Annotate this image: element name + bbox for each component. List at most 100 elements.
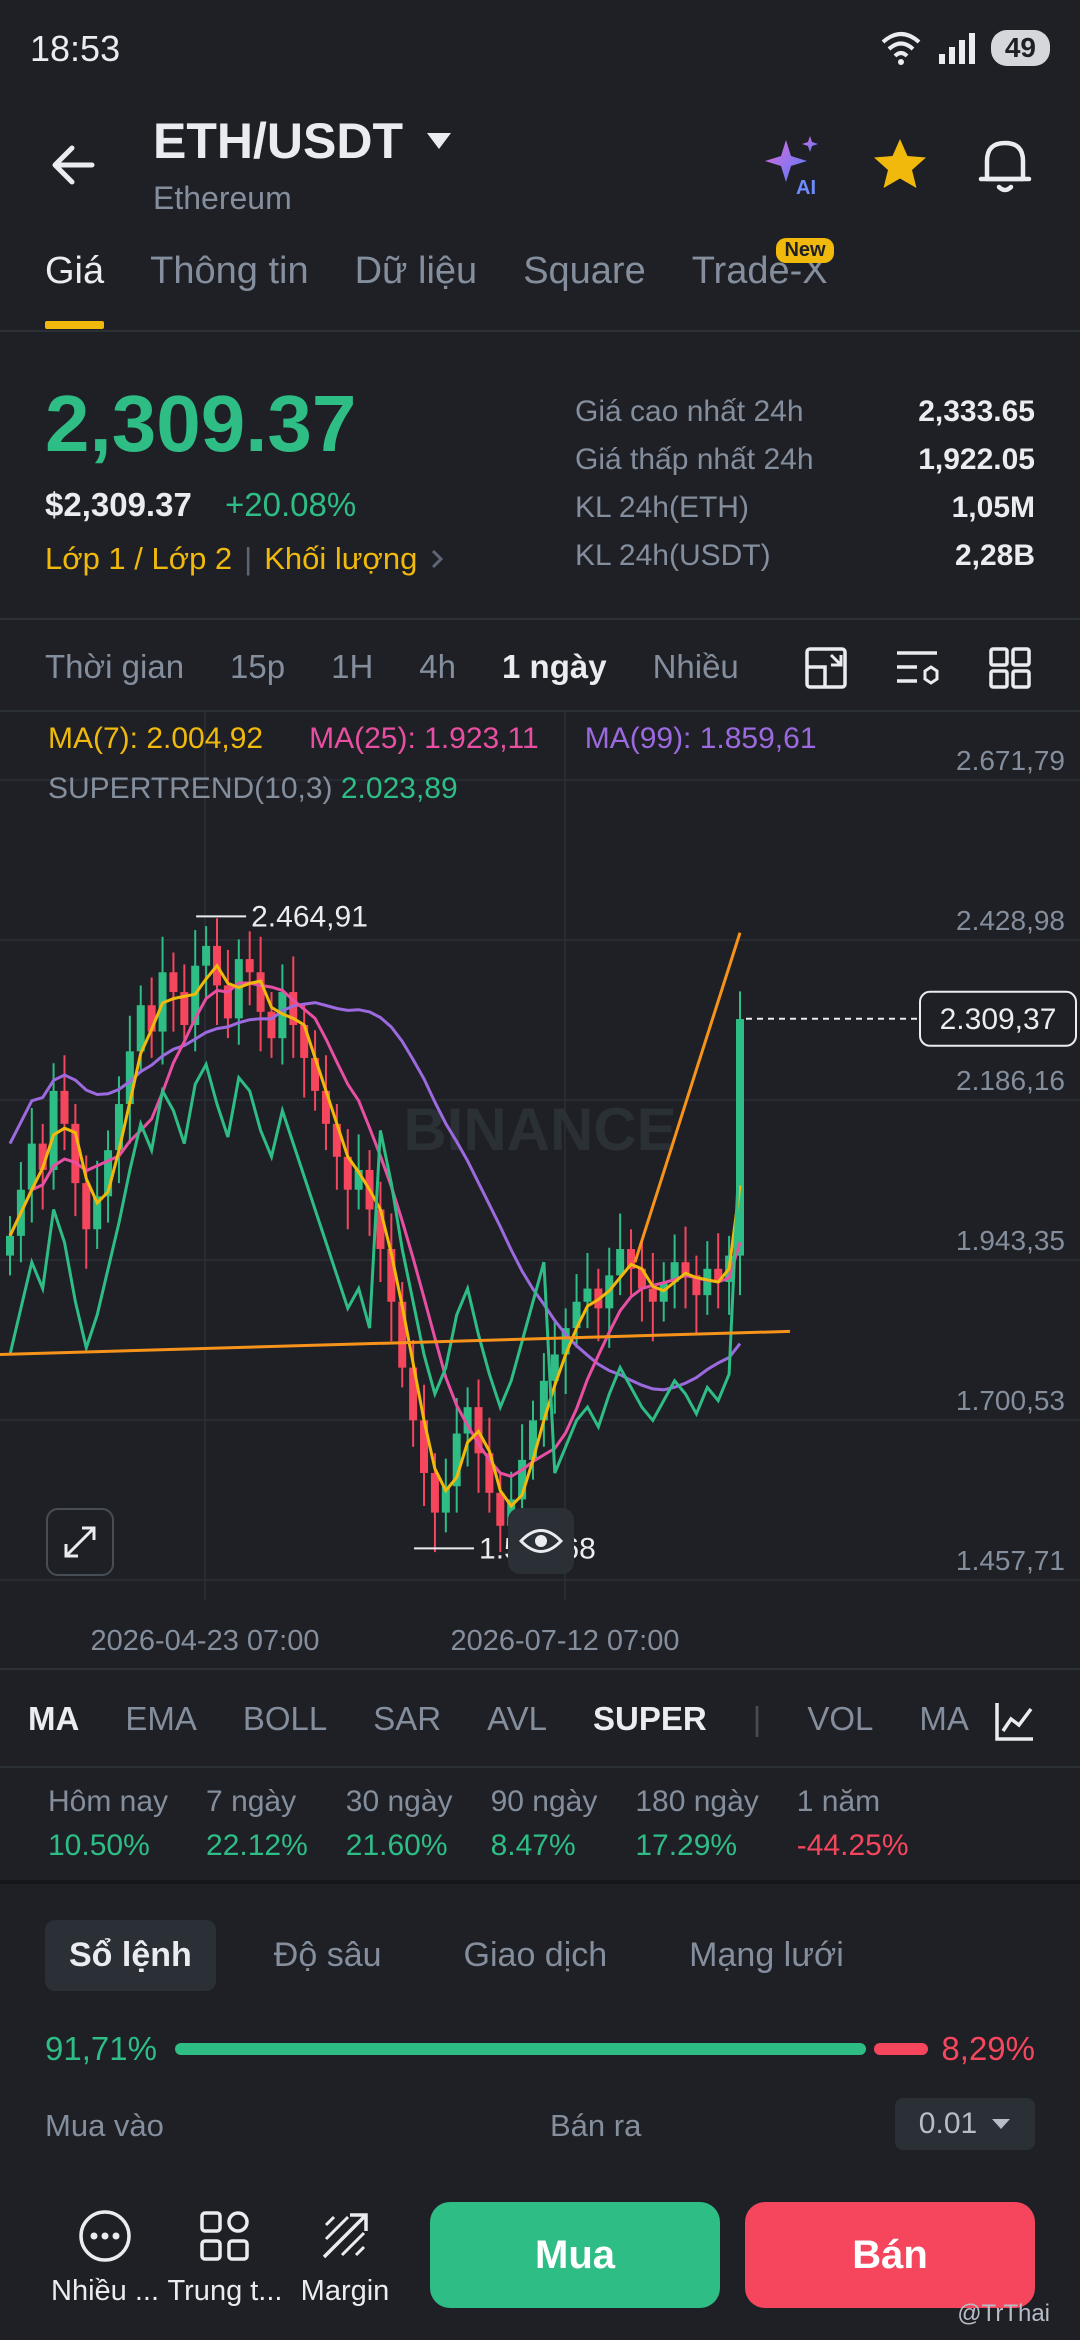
last-price: 2,309.37: [45, 379, 357, 468]
buy-ratio: 91,71%: [45, 2030, 157, 2067]
last-price-label: 2.309,37: [940, 1003, 1057, 1036]
tab-orderbook[interactable]: Sổ lệnh: [45, 1920, 216, 1991]
performance-row: Hôm nay 10.50% 7 ngày 22.12% 30 ngày 21.60%…: [48, 1785, 909, 1863]
y-tick-label: 2.671,79: [956, 745, 1065, 776]
tab-depth[interactable]: Độ sâu: [250, 1920, 406, 1991]
nav-margin[interactable]: Margin: [280, 2205, 410, 2308]
tab-price[interactable]: Giá: [45, 250, 105, 329]
24h-stats: Giá cao nhất 24h 2,333.65 Giá thấp nhất 2…: [575, 395, 1035, 587]
status-time: 18:53: [30, 28, 121, 69]
tf-15m[interactable]: 15p: [230, 648, 285, 686]
y-tick-label: 2.428,98: [956, 905, 1065, 936]
tf-more[interactable]: Nhiều h: [653, 648, 743, 686]
new-badge: New: [776, 238, 834, 263]
ind-separator: |: [752, 1700, 762, 1737]
bid-header: Mua vào: [45, 2108, 164, 2143]
tf-time[interactable]: Thời gian: [45, 648, 184, 686]
main-tabs: Giá Thông tin Dữ liệu Square Trade-X New: [45, 238, 834, 329]
sell-button[interactable]: Bán: [745, 2202, 1035, 2308]
candle-body: [245, 959, 254, 973]
y-tick-label: 1.700,53: [956, 1385, 1065, 1416]
ind-ema[interactable]: EMA: [125, 1700, 197, 1738]
candle-body: [6, 1235, 14, 1256]
ind-divider: [0, 1766, 1080, 1768]
perf-1y: 1 năm -44.25%: [796, 1785, 909, 1862]
ma99-value: MA(99): 1.859,61: [584, 722, 817, 755]
stat-vol-usdt: KL 24h(USDT) 2,28B: [575, 539, 1035, 572]
chevron-right-icon: [432, 549, 444, 569]
nav-more[interactable]: Nhiều ...: [40, 2205, 170, 2308]
alert-button[interactable]: [970, 130, 1040, 200]
sell-ratio-bar: [874, 2043, 928, 2055]
price-step-select[interactable]: 0.01: [895, 2098, 1035, 2150]
ind-super[interactable]: SUPER: [593, 1700, 707, 1738]
signal-icon: [938, 33, 975, 64]
buy-button[interactable]: Mua: [430, 2202, 720, 2308]
tf-1h[interactable]: 1H: [331, 648, 373, 686]
supertrend-legend: SUPERTREND(10,3) 2.023,89: [48, 772, 458, 806]
y-tick-label: 1.943,35: [956, 1225, 1065, 1256]
arrow-left-icon: [52, 145, 95, 185]
perf-today: Hôm nay 10.50%: [48, 1785, 169, 1862]
ai-button[interactable]: AI: [760, 130, 830, 200]
ind-sar[interactable]: SAR: [373, 1700, 441, 1738]
candle-body: [202, 945, 211, 966]
candle-body: [430, 1473, 439, 1513]
category-tags[interactable]: Lớp 1 / Lớp 2 | Khối lượng: [45, 541, 447, 577]
caret-down-icon: [427, 133, 451, 149]
ind-macd[interactable]: MA: [919, 1700, 969, 1738]
tab-square[interactable]: Square: [523, 250, 646, 293]
layer-tag: Lớp 1 / Lớp 2: [45, 541, 233, 576]
battery-badge: 49: [990, 30, 1050, 66]
ask-header: Bán ra: [550, 2108, 642, 2143]
ma25-value: MA(25): 1.923,11: [309, 722, 539, 755]
x-tick-label: 2026-07-12 07:00: [451, 1625, 680, 1657]
ai-sparkle-icon: AI: [765, 136, 818, 199]
wifi-icon: [881, 32, 921, 65]
tab-trade-x[interactable]: Trade-X New: [692, 238, 834, 293]
favorite-button[interactable]: [865, 130, 935, 200]
tab-trades[interactable]: Giao dịch: [440, 1920, 632, 1991]
tab-active-indicator: [45, 321, 105, 329]
ind-boll[interactable]: BOLL: [243, 1700, 327, 1738]
tab-data[interactable]: Dữ liệu: [355, 250, 478, 293]
chart-settings-button[interactable]: [890, 640, 946, 696]
bell-icon: [978, 140, 1032, 193]
tab-network[interactable]: Mạng lưới: [665, 1920, 868, 1991]
indicator-tabs: MA EMA BOLL SAR AVL SUPER | VOL MA: [28, 1700, 969, 1738]
eye-icon: [518, 1529, 564, 1553]
chart-layout-button[interactable]: [982, 640, 1038, 696]
expand-icon: [64, 1526, 96, 1558]
candle-body: [82, 1183, 91, 1230]
tf-4h[interactable]: 4h: [419, 648, 456, 686]
svg-text:AI: AI: [796, 177, 816, 199]
expand-chart-button[interactable]: [46, 1508, 114, 1576]
toggle-visibility-button[interactable]: [508, 1508, 574, 1574]
y-tick-label: 1.457,71: [956, 1545, 1065, 1576]
indicator-settings-button[interactable]: [985, 1693, 1045, 1749]
perf-90d: 90 ngày 8.47%: [490, 1785, 598, 1862]
chart-fullscreen-button[interactable]: [798, 640, 854, 696]
candle-body: [60, 1090, 69, 1124]
ind-avl[interactable]: AVL: [487, 1700, 547, 1738]
star-icon: [874, 139, 926, 188]
back-button[interactable]: [40, 130, 110, 200]
settings-list-icon: [897, 651, 939, 685]
more-icon: [79, 2210, 131, 2262]
price-step-value: 0.01: [918, 2107, 978, 2140]
tab-info[interactable]: Thông tin: [150, 250, 308, 293]
nav-center[interactable]: Trung t...: [160, 2205, 290, 2308]
perf-180d: 180 ngày 17.29%: [635, 1785, 759, 1862]
pair-name: ETH/USDT: [153, 113, 403, 169]
pair-selector[interactable]: ETH/USDT: [153, 112, 453, 170]
price-divider: [0, 618, 1080, 620]
tag-separator: |: [244, 541, 253, 576]
ind-vol[interactable]: VOL: [807, 1700, 873, 1738]
tf-1d[interactable]: 1 ngày: [502, 648, 607, 686]
perf-30d: 30 ngày 21.60%: [345, 1785, 453, 1862]
stat-vol-eth: KL 24h(ETH) 1,05M: [575, 491, 1035, 524]
stat-high: Giá cao nhất 24h 2,333.65: [575, 395, 1035, 428]
stat-low: Giá thấp nhất 24h 1,922.05: [575, 443, 1035, 476]
caret-down-icon: [992, 2119, 1011, 2129]
ind-ma[interactable]: MA: [28, 1700, 79, 1738]
